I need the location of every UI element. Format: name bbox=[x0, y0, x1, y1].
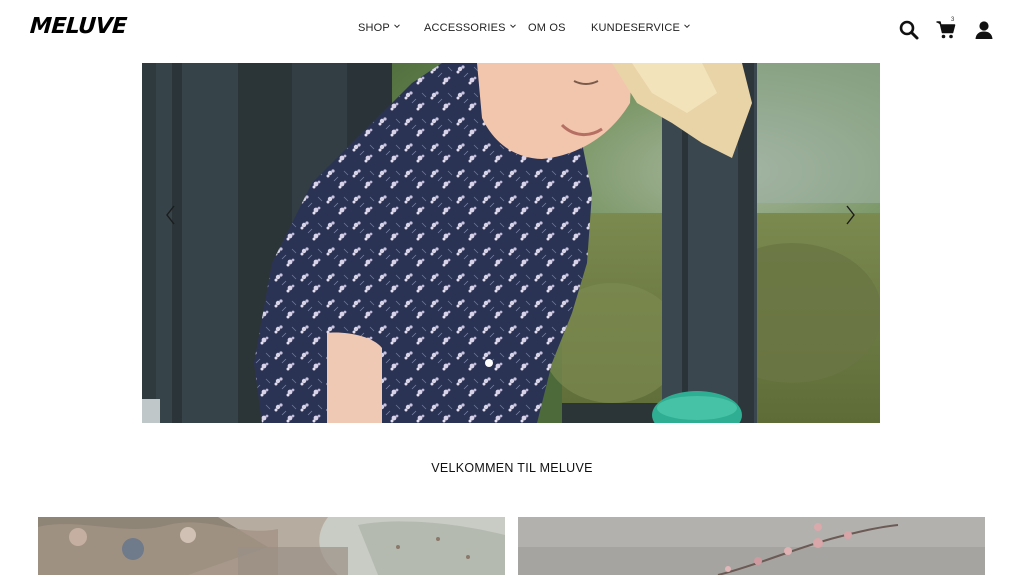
site-header: MELUVE SHOP ACCESSORIES OM OS KUNDESERVI… bbox=[0, 0, 1024, 60]
hero-photo-illustration bbox=[142, 63, 880, 423]
nav-item-label: OM OS bbox=[528, 22, 566, 34]
chevron-left-icon[interactable] bbox=[164, 204, 178, 226]
main-nav: SHOP ACCESSORIES OM OS KUNDESERVICE bbox=[0, 22, 1024, 38]
chevron-down-icon bbox=[394, 24, 400, 29]
nav-item-label: SHOP bbox=[358, 22, 390, 34]
nav-item-kundeservice[interactable]: KUNDESERVICE bbox=[591, 22, 691, 34]
nav-item-shop[interactable]: SHOP bbox=[358, 22, 401, 34]
category-tile-right[interactable] bbox=[518, 517, 985, 575]
welcome-heading: VELKOMMEN TIL MELUVE bbox=[431, 461, 593, 475]
category-tile-left[interactable] bbox=[38, 517, 505, 575]
slider-dot-active[interactable] bbox=[485, 359, 493, 367]
tile-image-blossom bbox=[518, 517, 985, 575]
search-icon[interactable] bbox=[898, 19, 920, 41]
nav-item-accessories[interactable]: ACCESSORIES bbox=[424, 22, 517, 34]
chevron-down-icon bbox=[684, 24, 690, 29]
hero-image bbox=[142, 63, 880, 423]
tile-image-fabric bbox=[38, 517, 505, 575]
nav-item-om-os[interactable]: OM OS bbox=[528, 22, 566, 34]
nav-item-label: KUNDESERVICE bbox=[591, 22, 680, 34]
cart-count-badge: 3 bbox=[951, 17, 955, 23]
user-icon[interactable] bbox=[973, 19, 995, 41]
nav-item-label: ACCESSORIES bbox=[424, 22, 506, 34]
chevron-right-icon[interactable] bbox=[843, 204, 857, 226]
chevron-down-icon bbox=[509, 24, 516, 29]
